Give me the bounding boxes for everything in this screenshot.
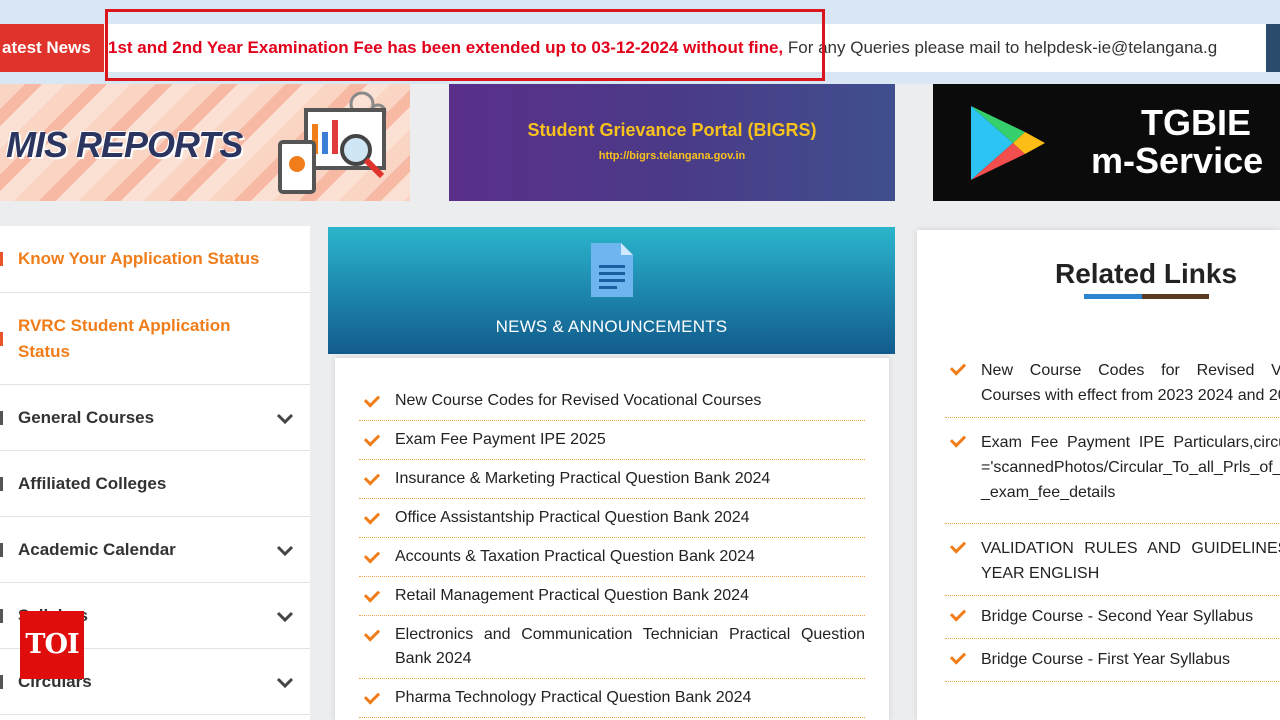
news-title: NEWS & ANNOUNCEMENTS: [495, 317, 728, 336]
sidebar-item-general-courses[interactable]: General Courses: [0, 385, 310, 451]
document-icon: [591, 243, 633, 297]
related-link-text: New Course Codes for Revised Vocational …: [981, 362, 1280, 404]
sidebar-item-application-status[interactable]: Know Your Application Status: [0, 226, 310, 293]
grievance-url: http://bigrs.telangana.gov.in: [598, 150, 746, 162]
related-links-title: Related Links: [1054, 258, 1238, 289]
graduation-cap-icon: [0, 410, 8, 425]
related-link-item[interactable]: New Course Codes for Revised Vocational …: [945, 356, 1280, 418]
news-item-text: Office Assistantship Practical Question …: [395, 509, 750, 526]
check-icon: [363, 547, 381, 564]
news-item[interactable]: Insurance & Marketing Practical Question…: [359, 460, 865, 499]
mis-reports-banner[interactable]: MIS REPORTS: [0, 84, 410, 201]
news-item[interactable]: Retail Management Practical Question Ban…: [359, 577, 865, 616]
ticker-control-button[interactable]: [1266, 24, 1280, 72]
app-name-line2: m-Service: [1091, 140, 1264, 181]
check-icon: [949, 537, 967, 554]
document-icon: [0, 674, 8, 689]
related-link-item[interactable]: Exam Fee Payment IPE Particulars,circula…: [945, 428, 1280, 524]
building-icon: [0, 476, 8, 491]
sidebar-item-label: Academic Calendar: [18, 539, 176, 559]
chevron-down-icon[interactable]: [274, 671, 296, 693]
news-item-text: New Course Codes for Revised Vocational …: [395, 392, 762, 409]
sidebar-item-affiliated-colleges[interactable]: Affiliated Colleges: [0, 451, 310, 517]
reports-illustration-icon: [278, 91, 387, 194]
sidebar-item-rvrc-status[interactable]: RVRC Student Application Status: [0, 293, 310, 385]
check-icon: [363, 586, 381, 603]
news-item[interactable]: Electronics and Communication Technician…: [359, 616, 865, 679]
related-link-text: Bridge Course - First Year Syllabus: [981, 651, 1230, 668]
related-link-item[interactable]: Bridge Course - First Year Syllabus: [945, 645, 1280, 682]
check-icon: [949, 359, 967, 376]
mis-reports-title: MIS REPORTS: [6, 124, 243, 165]
news-item[interactable]: Pharma Technology Practical Question Ban…: [359, 679, 865, 718]
related-link-item[interactable]: Bridge Course - Second Year Syllabus: [945, 602, 1280, 639]
toi-logo: TOI: [20, 611, 84, 679]
related-links-panel: Related Links New Course Codes for Revis…: [917, 230, 1280, 720]
news-item-text: Accounts & Taxation Practical Question B…: [395, 548, 755, 565]
sidebar-item-label: Know Your Application Status: [18, 249, 260, 268]
news-item-text: Pharma Technology Practical Question Ban…: [395, 689, 752, 706]
news-header: NEWS & ANNOUNCEMENTS: [328, 227, 895, 354]
sidebar-item-label: Affiliated Colleges: [18, 473, 167, 493]
play-store-icon: [971, 106, 1045, 180]
ticker-highlight: 1st and 2nd Year Examination Fee has bee…: [108, 38, 784, 57]
chevron-down-icon[interactable]: [274, 605, 296, 627]
news-item[interactable]: Accounts & Taxation Practical Question B…: [359, 538, 865, 577]
check-icon: [949, 648, 967, 665]
related-link-text: Bridge Course - Second Year Syllabus: [981, 608, 1254, 625]
latest-news-label: atest News: [0, 24, 104, 72]
news-item[interactable]: Exam Fee Payment IPE 2025: [359, 421, 865, 460]
check-icon: [363, 430, 381, 447]
check-icon: [363, 508, 381, 525]
sidebar-item-academic-calendar[interactable]: Academic Calendar: [0, 517, 310, 583]
related-link-text: VALIDATION RULES AND GUIDELINES FIRST YE…: [981, 540, 1280, 582]
check-icon: [949, 431, 967, 448]
chevron-down-icon[interactable]: [274, 407, 296, 429]
check-icon: [363, 625, 381, 642]
ticker-marquee[interactable]: 1st and 2nd Year Examination Fee has bee…: [108, 24, 1217, 72]
grievance-title: Student Grievance Portal (BIGRS): [527, 120, 817, 140]
check-icon: [363, 391, 381, 408]
mservices-app-banner[interactable]: TGBIE m-Service: [933, 84, 1280, 201]
news-ticker: atest News 1st and 2nd Year Examination …: [0, 0, 1280, 84]
grievance-portal-banner[interactable]: Student Grievance Portal (BIGRS) http://…: [449, 84, 895, 201]
bullet-icon: [0, 331, 8, 346]
book-icon: [0, 608, 8, 623]
news-item-text: Insurance & Marketing Practical Question…: [395, 470, 771, 487]
chevron-down-icon[interactable]: [274, 539, 296, 561]
related-link-item[interactable]: VALIDATION RULES AND GUIDELINES FIRST YE…: [945, 534, 1280, 596]
news-list-panel: New Course Codes for Revised Vocational …: [335, 358, 889, 720]
ticker-rest: For any Queries please mail to helpdesk-…: [783, 38, 1218, 57]
news-item[interactable]: New Course Codes for Revised Vocational …: [359, 382, 865, 421]
check-icon: [949, 605, 967, 622]
calendar-icon: [0, 542, 8, 557]
news-item[interactable]: Office Assistantship Practical Question …: [359, 499, 865, 538]
news-item-text: Retail Management Practical Question Ban…: [395, 587, 749, 604]
bullet-icon: [0, 252, 8, 266]
related-link-text: Exam Fee Payment IPE Particulars,circula…: [981, 434, 1280, 501]
title-underline: [1084, 294, 1209, 299]
sidebar-item-label: General Courses: [18, 407, 155, 427]
app-name-line1: TGBIE: [1141, 102, 1252, 143]
check-icon: [363, 469, 381, 486]
news-item-text: Electronics and Communication Technician…: [395, 626, 865, 667]
sidebar-item-label: RVRC Student Application Status: [18, 315, 231, 361]
news-item-text: Exam Fee Payment IPE 2025: [395, 431, 606, 448]
check-icon: [363, 688, 381, 705]
